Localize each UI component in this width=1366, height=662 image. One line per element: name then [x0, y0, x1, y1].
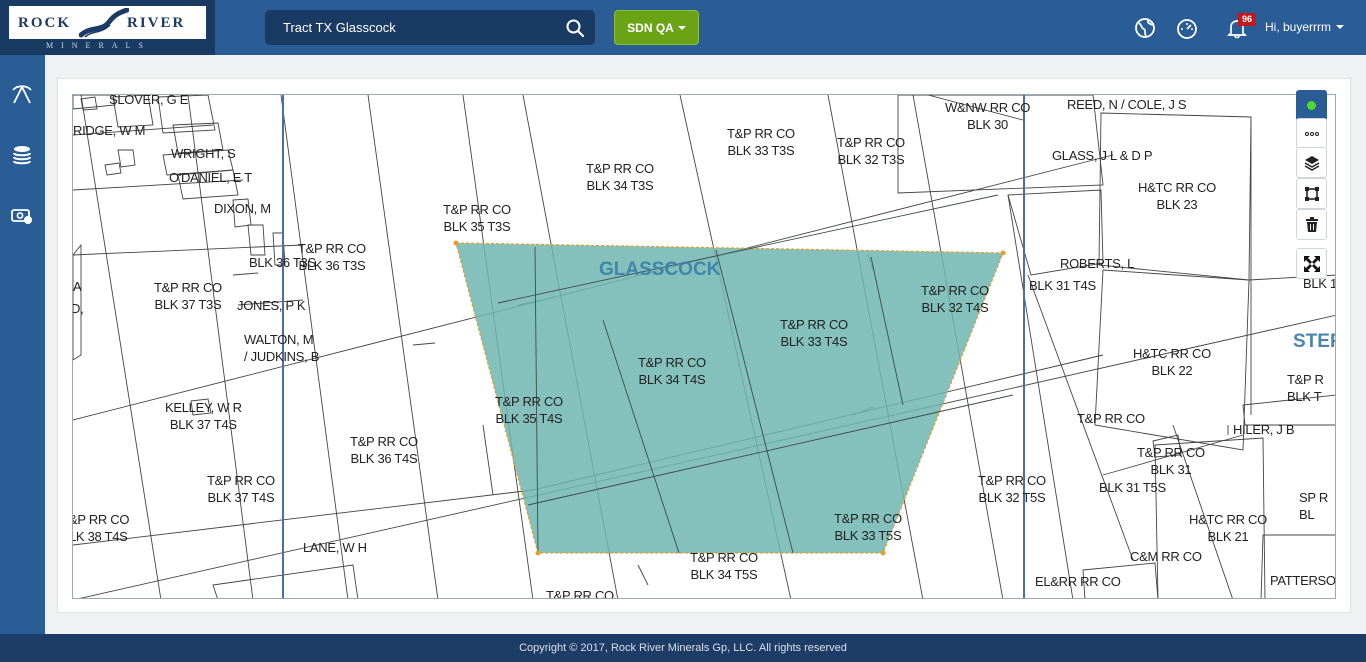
parcel-label: PATTERSON [1270, 573, 1336, 588]
parcel-label: T&P RR CO [1077, 411, 1145, 426]
speedometer-icon[interactable] [1176, 17, 1198, 39]
parcel-label: BLK 31 T4S [1029, 278, 1096, 293]
parcel-label: T&P RR CO BLK 31 [1137, 445, 1205, 477]
fullscreen-icon [1303, 255, 1320, 272]
parcel-label: WALTON, M / JUDKINS, B [244, 332, 320, 364]
parcel-label: ROBERTS, L [1060, 256, 1135, 271]
sidebar-item-finance[interactable] [8, 142, 36, 170]
county-label: STER [1293, 331, 1335, 352]
parcel-label: T&P RR CO BLK 33 T5S [834, 511, 902, 543]
chevron-down-icon [1336, 25, 1345, 29]
user-greeting: Hi, buyerrrm [1265, 20, 1332, 34]
parcel-label: GLASS, J L & D P [1052, 148, 1153, 163]
parcel-label: JONES, P K [237, 298, 306, 313]
layers-button[interactable] [1296, 147, 1327, 178]
trash-icon [1305, 216, 1318, 232]
top-bar: ROCK RIVER MINERALS SDN QA 96 [0, 0, 1366, 55]
environment-label: SDN QA [627, 20, 674, 35]
parcel-label: H&TC RR CO BLK 21 [1189, 512, 1267, 544]
sidebar-item-mining[interactable] [8, 80, 36, 108]
cash-icon [11, 209, 32, 224]
logo-word-rock: ROCK [18, 15, 71, 31]
parcel-label: RIDGE, W M [73, 123, 146, 138]
more-horizontal-icon [1304, 131, 1319, 136]
fullscreen-button[interactable] [1296, 248, 1327, 279]
parcel-label: EL&RR RR CO [1035, 574, 1121, 589]
layers-icon [1304, 155, 1319, 171]
environment-dropdown[interactable]: SDN QA [614, 10, 699, 45]
parcel-map[interactable]: GLASSCOCK STER SLOVER, G E RIDGE, W M WR… [72, 94, 1336, 599]
parcel-label: H&TC RR CO BLK 22 [1133, 346, 1211, 378]
chevron-down-icon [677, 25, 686, 30]
parcel-label: T&P RR CO BLK 32 T5S [978, 473, 1046, 505]
parcel-label: A [73, 279, 82, 294]
parcel-label: C&M RR CO [1130, 549, 1202, 564]
parcel-label: T&P RR CO BLK 35 T4S [495, 394, 563, 426]
status-indicator-button[interactable] [1296, 90, 1327, 121]
search-icon[interactable] [565, 18, 585, 38]
copyright-text: Copyright © 2017, Rock River Minerals Gp… [519, 642, 847, 654]
parcel-label: D, [72, 301, 84, 316]
logo-word-river: RIVER [127, 15, 186, 31]
parcel-label: T&P RR CO BLK 34 T5S [690, 550, 758, 582]
parcel-label: BLK 36 T3S [249, 255, 316, 270]
coin-stack-icon [13, 146, 31, 165]
user-menu[interactable]: Hi, buyerrrm [1265, 20, 1345, 34]
parcel-label: T&P RR CO BLK 34 T4S [638, 355, 706, 387]
draw-polygon-icon [1304, 186, 1319, 201]
parcel-label: DIXON, M [214, 201, 271, 216]
parcel-label: T&P R BLK T [1287, 372, 1324, 404]
pickaxe-icon [12, 85, 32, 104]
delete-button[interactable] [1296, 209, 1327, 240]
parcel-label: T&P RR CO [546, 588, 614, 599]
footer: Copyright © 2017, Rock River Minerals Gp… [0, 634, 1366, 662]
county-label: GLASSCOCK [599, 259, 721, 280]
parcel-label: SLOVER, G E [109, 94, 189, 107]
parcel-label: T&P RR CO BLK 32 T4S [921, 283, 989, 315]
search-bar[interactable] [265, 10, 595, 45]
logo-area[interactable]: ROCK RIVER MINERALS [0, 0, 215, 55]
status-dot [1307, 101, 1316, 110]
parcel-label: O'DANIEL, E T [169, 170, 252, 185]
parcel-label: T&P RR CO BLK 33 T4S [780, 317, 848, 349]
more-options-button[interactable] [1296, 118, 1327, 149]
parcel-label: T&P RR CO BLK 37 T4S [207, 473, 275, 505]
parcel-label: T&P RR CO BLK 33 T3S [727, 126, 795, 158]
parcel-label: HILER, J B [1233, 422, 1295, 437]
sidebar [0, 55, 45, 634]
river-logo-icon [79, 8, 129, 38]
parcel-label: &P RR CO LK 38 T4S [73, 512, 130, 544]
parcel-label: REED, N / COLE, J S [1067, 97, 1187, 112]
notification-badge: 96 [1238, 13, 1256, 26]
parcel-label: KELLEY, W R BLK 37 T4S [165, 400, 242, 432]
parcel-label: SP R BL [1299, 490, 1328, 522]
parcel-label: T&P RR CO BLK 35 T3S [443, 202, 511, 234]
parcel-label: LANE, W H [303, 540, 367, 555]
parcel-label: BLK 31 T5S [1099, 480, 1166, 495]
parcel-label: T&P RR CO BLK 34 T3S [586, 161, 654, 193]
search-input[interactable] [283, 10, 553, 45]
parcel-label: T&P RR CO BLK 36 T4S [350, 434, 418, 466]
draw-polygon-button[interactable] [1296, 178, 1327, 209]
parcel-label: W&NW RR CO BLK 30 [945, 100, 1031, 132]
globe-icon[interactable] [1134, 17, 1156, 39]
logo-subtitle: MINERALS [46, 41, 151, 50]
logo[interactable]: ROCK RIVER [9, 6, 206, 39]
parcel-label: H&TC RR CO BLK 23 [1138, 180, 1216, 212]
parcel-label: T&P RR CO BLK 37 T3S [154, 280, 222, 312]
parcel-label: T&P RR CO BLK 32 T3S [837, 135, 905, 167]
parcel-label: WRIGHT, S [171, 146, 236, 161]
sidebar-item-payments[interactable] [8, 202, 36, 230]
